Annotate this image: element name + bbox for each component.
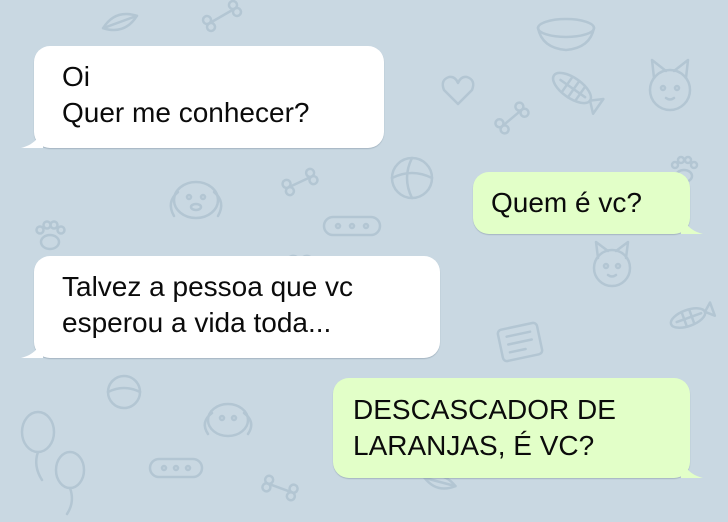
bone-icon bbox=[261, 474, 299, 502]
balloon-icon bbox=[20, 410, 56, 482]
bowl-icon bbox=[536, 17, 596, 52]
message-text-line: Quer me conhecer? bbox=[62, 97, 310, 128]
dog-icon bbox=[203, 402, 253, 438]
fish-skeleton-icon bbox=[551, 71, 605, 115]
outgoing-message-bubble[interactable]: DESCASCADOR DE LARANJAS, É VC? bbox=[333, 378, 703, 478]
collar-icon bbox=[322, 215, 382, 237]
paw-icon bbox=[35, 220, 66, 251]
cat-icon bbox=[592, 240, 632, 288]
leaf-icon bbox=[101, 12, 139, 32]
ball-icon bbox=[106, 374, 142, 410]
fish-skeleton-icon bbox=[669, 301, 717, 329]
message-text-line: Oi bbox=[62, 61, 90, 92]
message-text-line: esperou a vida toda... bbox=[62, 307, 332, 338]
bone-icon bbox=[201, 0, 243, 33]
incoming-message-bubble[interactable]: Oi Quer me conhecer? bbox=[21, 46, 384, 148]
dog-icon bbox=[169, 180, 223, 220]
message-text-line: Quem é vc? bbox=[491, 187, 642, 218]
cat-icon bbox=[648, 58, 692, 112]
bag-icon bbox=[496, 321, 544, 363]
incoming-message-bubble[interactable]: Talvez a pessoa que vc esperou a vida to… bbox=[21, 256, 440, 358]
balloon-icon bbox=[54, 450, 86, 516]
bubble-tail bbox=[681, 210, 703, 234]
heart-icon bbox=[441, 75, 475, 106]
bone-icon bbox=[494, 101, 530, 135]
message-text-line: Talvez a pessoa que vc bbox=[62, 271, 354, 302]
bubble-tail bbox=[681, 454, 703, 478]
collar-icon bbox=[148, 457, 204, 479]
bubble-tail bbox=[21, 334, 43, 358]
chat-window: Oi Quer me conhecer? Quem é vc? Talvez a… bbox=[0, 0, 728, 522]
message-text-line: LARANJAS, É VC? bbox=[353, 430, 595, 461]
outgoing-message-bubble[interactable]: Quem é vc? bbox=[473, 172, 703, 234]
message-text-line: DESCASCADOR DE bbox=[353, 394, 616, 425]
bubble-tail bbox=[21, 124, 43, 148]
bone-icon bbox=[281, 167, 319, 197]
ball-icon bbox=[390, 156, 434, 200]
